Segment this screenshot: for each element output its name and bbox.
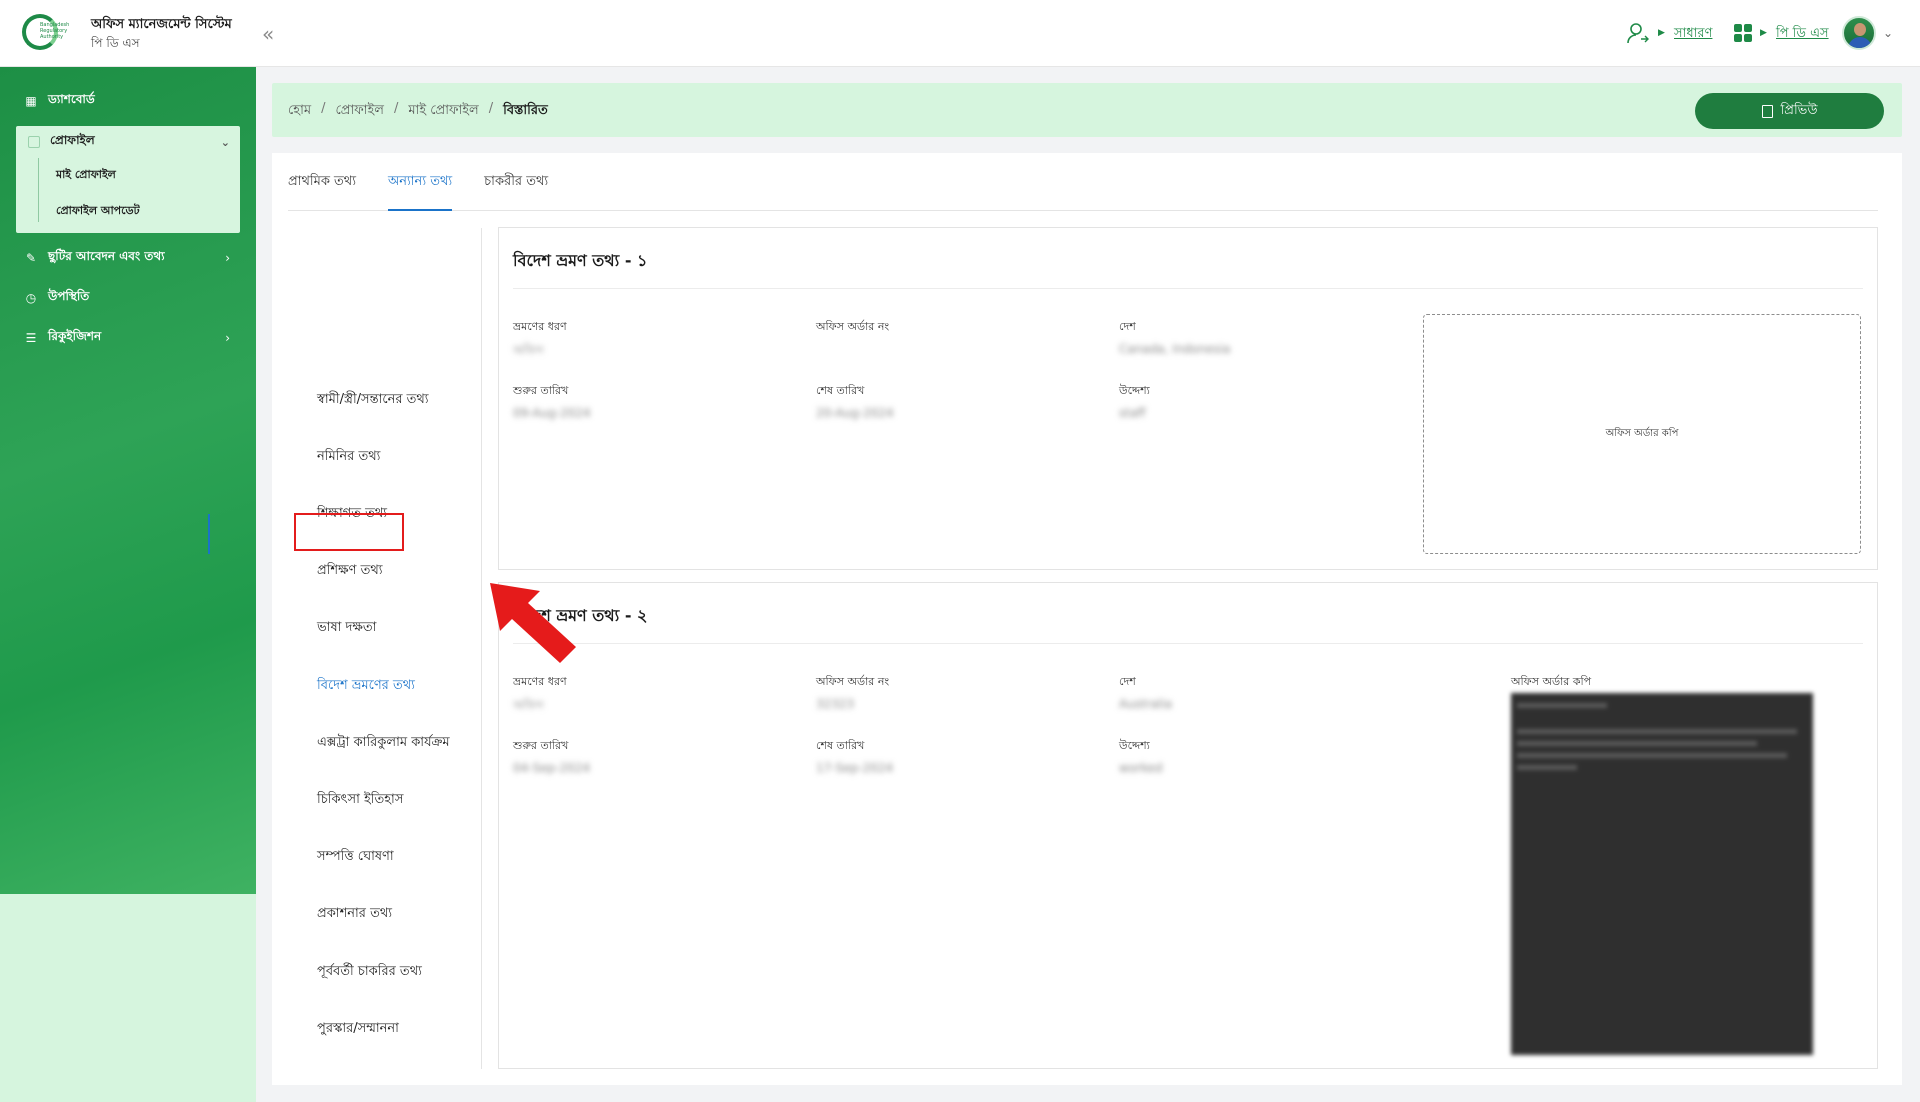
divider (513, 643, 1863, 644)
end-date-value: 20-Aug-2024 (816, 406, 894, 420)
divider (513, 288, 1863, 289)
purpose-label: উদ্দেশ্য (1119, 739, 1150, 752)
country-label: দেশ (1119, 320, 1136, 333)
tab-other-info[interactable]: অন্যান্য তথ্য (388, 153, 453, 211)
avatar[interactable] (1842, 16, 1876, 50)
sidebar-item-label: ড্যাশবোর্ড (48, 92, 95, 106)
sidebar-item-requisition[interactable]: ☰ রিকুইজিশন › (0, 322, 256, 354)
country-value: Australia (1119, 697, 1173, 711)
submenu-line (38, 158, 39, 222)
module-link[interactable]: পি ডি এস (1776, 24, 1829, 45)
end-date-label: শেষ তারিখ (816, 739, 865, 752)
chevron-down-icon[interactable]: ⌄ (1883, 26, 1893, 40)
tab-basic-info[interactable]: প্রাথমিক তথ্য (288, 153, 356, 211)
nav-publications[interactable]: প্রকাশনার তথ্য (317, 904, 392, 925)
chevron-right-icon: › (225, 251, 230, 265)
office-order-no-label: অফিস অর্ডার নং (816, 675, 890, 688)
sidebar-item-attendance[interactable]: ◷ উপস্থিতি (0, 282, 256, 314)
sidebar-footer (0, 894, 256, 1102)
dashboard-icon: ▦ (25, 94, 37, 108)
clock-icon: ◷ (25, 291, 37, 305)
purpose-value: staff (1119, 406, 1146, 420)
breadcrumb-separator: / (488, 101, 494, 116)
caret-right-icon: ▶ (1658, 28, 1665, 38)
tab-job-info[interactable]: চাকরীর তথ্য (484, 153, 548, 211)
sidebar-profile-submenu: প্রোফাইল ⌄ মাই প্রোফাইল প্রোফাইল আপডেট (16, 126, 240, 233)
sidebar-item-label: উপস্থিতি (48, 289, 90, 303)
sidebar-item-leave[interactable]: ✎ ছুটির আবেদন এবং তথ্য › (0, 242, 256, 274)
nav-spouse-children[interactable]: স্বামী/স্ত্রী/সন্তানের তথ্য (317, 390, 429, 411)
breadcrumb: হোম / প্রোফাইল / মাই প্রোফাইল / বিস্তারি… (288, 101, 548, 122)
chevron-down-icon: ⌄ (220, 135, 230, 149)
end-date-label: শেষ তারিখ (816, 384, 865, 397)
breadcrumb-profile[interactable]: প্রোফাইল (335, 101, 383, 122)
start-date-label: শুরুর তারিখ (513, 739, 569, 752)
nav-extra-curricular[interactable]: এক্সট্রা কারিকুলাম কার্যক্রম (317, 733, 450, 754)
nav-foreign-travel[interactable]: বিদেশ ভ্রমণের তথ্য (317, 676, 415, 697)
sidebar-item-label: ছুটির আবেদন এবং তথ্য (48, 249, 165, 263)
preview-button[interactable]: প্রিভিউ (1695, 93, 1884, 129)
breadcrumb-separator: / (393, 101, 399, 116)
breadcrumb-current: বিস্তারিত (503, 103, 548, 118)
sidebar-item-profile-update[interactable]: প্রোফাইল আপডেট (56, 202, 140, 221)
nav-medical-history[interactable]: চিকিৎসা ইতিহাস (317, 790, 403, 811)
office-order-copy-label: অফিস অর্ডার কপি (1511, 675, 1592, 688)
top-header: Bangladesh Regulatory Authority অফিস ম্য… (0, 0, 1920, 67)
purpose-value: worked (1119, 761, 1163, 775)
nav-training[interactable]: প্রশিক্ষণ তথ্য (317, 561, 383, 582)
red-arrow-annotation (490, 583, 576, 663)
requisition-icon: ☰ (25, 331, 37, 345)
end-date-value: 17-Sep-2024 (816, 761, 894, 775)
office-order-copy-preview[interactable] (1511, 693, 1813, 1055)
travel-type-label: ভ্রমণের ধরণ (513, 320, 567, 333)
nav-awards[interactable]: পুরস্কার/সম্মাননা (317, 1019, 399, 1040)
travel-type-label: ভ্রমণের ধরণ (513, 675, 567, 688)
nav-nominee[interactable]: নমিনির তথ্য (317, 447, 380, 468)
preview-button-label: প্রিভিউ (1780, 102, 1818, 118)
app-title: অফিস ম্যানেজমেন্ট সিস্টেম (91, 17, 232, 32)
role-link[interactable]: সাধারণ (1674, 24, 1712, 45)
country-value: Canada, Indonesia (1119, 342, 1231, 356)
breadcrumb-separator: / (321, 101, 326, 116)
section-nav: স্বামী/স্ত্রী/সন্তানের তথ্য নমিনির তথ্য … (294, 228, 482, 1069)
office-order-copy-dropzone[interactable]: অফিস অর্ডার কপি (1423, 314, 1861, 554)
sidebar-item-dashboard[interactable]: ▦ ড্যাশবোর্ড (0, 85, 256, 117)
travel-card-title: বিদেশ ভ্রমণ তথ্য - ১ (513, 251, 648, 270)
nav-asset-declaration[interactable]: সম্পত্তি ঘোষণা (317, 847, 394, 868)
travel-card-2: বিদেশ ভ্রমণ তথ্য - ২ ভ্রমণের ধরণ অফিস অফ… (498, 582, 1878, 1069)
nav-previous-jobs[interactable]: পূর্ববর্তী চাকরির তথ্য (317, 962, 422, 983)
logo-text: Bangladesh Regulatory Authority (40, 22, 70, 40)
sidebar-item-profile[interactable]: প্রোফাইল ⌄ (16, 126, 240, 158)
breadcrumb-home[interactable]: হোম (288, 101, 311, 122)
sidebar-item-my-profile[interactable]: মাই প্রোফাইল (56, 166, 116, 185)
double-chevron-left-icon[interactable]: « (262, 22, 274, 46)
start-date-value: 04-Sep-2024 (513, 761, 591, 775)
purpose-label: উদ্দেশ্য (1119, 384, 1150, 397)
apps-grid-icon[interactable] (1734, 24, 1752, 42)
active-section-indicator (208, 514, 210, 554)
highlight-box (294, 513, 404, 551)
breadcrumb-bar: হোম / প্রোফাইল / মাই প্রোফাইল / বিস্তারি… (272, 83, 1902, 137)
caret-right-icon: ▶ (1760, 28, 1767, 38)
document-icon (1761, 104, 1773, 118)
start-date-label: শুরুর তারিখ (513, 384, 569, 397)
sidebar: ▦ ড্যাশবোর্ড প্রোফাইল ⌄ মাই প্রোফাইল প্র… (0, 67, 256, 894)
app-subtitle: পি ডি এস (91, 36, 140, 50)
user-switch-icon[interactable] (1626, 21, 1650, 45)
nav-language[interactable]: ভাষা দক্ষতা (317, 618, 376, 639)
country-label: দেশ (1119, 675, 1136, 688)
chevron-right-icon: › (225, 331, 230, 345)
office-order-no-value: 32323 (816, 697, 855, 711)
leave-icon: ✎ (25, 251, 37, 265)
breadcrumb-my-profile[interactable]: মাই প্রোফাইল (408, 101, 478, 122)
office-order-no-label: অফিস অর্ডার নং (816, 320, 890, 333)
travel-type-value: অফিস (513, 698, 544, 712)
sidebar-item-label: প্রোফাইল (50, 133, 95, 147)
tab-bar: প্রাথমিক তথ্য অন্যান্য তথ্য চাকরীর তথ্য (288, 153, 1878, 211)
profile-icon (28, 136, 40, 148)
travel-type-value: অফিস (513, 343, 544, 357)
sidebar-item-label: রিকুইজিশন (48, 329, 102, 343)
travel-card-1: বিদেশ ভ্রমণ তথ্য - ১ ভ্রমণের ধরণ অফিস অফ… (498, 227, 1878, 570)
start-date-value: 09-Aug-2024 (513, 406, 591, 420)
